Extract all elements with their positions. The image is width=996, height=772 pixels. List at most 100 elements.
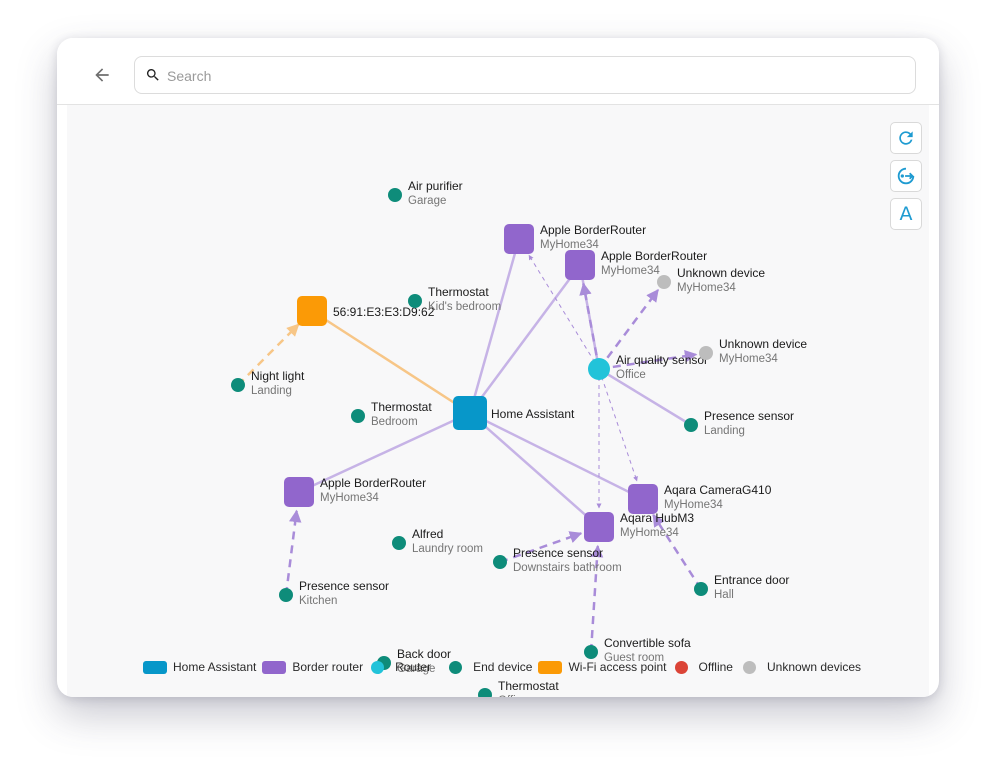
- node-shape-thermo2[interactable]: [351, 409, 365, 423]
- rotate-button[interactable]: [890, 160, 922, 192]
- node-pres2[interactable]: Presence sensor Downstairs bathroom: [493, 546, 622, 574]
- edge-ha-br1: [468, 238, 521, 414]
- node-night[interactable]: Night light Landing: [231, 369, 305, 397]
- arrow-left-icon: [95, 68, 109, 82]
- node-name: Presence sensor: [513, 546, 603, 560]
- node-location: Kitchen: [299, 595, 337, 607]
- node-shape-airp[interactable]: [388, 188, 402, 202]
- search-box[interactable]: [134, 56, 916, 94]
- toggle-labels-button[interactable]: A: [890, 198, 922, 230]
- node-unk2[interactable]: Unknown device MyHome34: [699, 337, 807, 365]
- legend-item: Unknown devices: [741, 660, 861, 674]
- node-location: Office: [616, 369, 646, 381]
- node-unk1[interactable]: Unknown device MyHome34: [657, 266, 765, 294]
- node-airp[interactable]: Air purifier Garage: [388, 179, 463, 207]
- node-shape-br2[interactable]: [565, 250, 595, 280]
- rotate-icon: [897, 167, 915, 185]
- node-name: Convertible sofa: [604, 636, 691, 650]
- node-name: Presence sensor: [704, 409, 794, 423]
- edge-pres3-br3: [284, 509, 302, 596]
- legend-label: Offline: [698, 660, 733, 674]
- node-shape-night[interactable]: [231, 378, 245, 392]
- node-shape-pres2[interactable]: [493, 555, 507, 569]
- node-pres1[interactable]: Presence sensor Landing: [684, 409, 794, 437]
- node-shape-br3[interactable]: [284, 477, 314, 507]
- top-bar: [57, 38, 939, 105]
- node-thermo3[interactable]: Thermostat Office: [478, 679, 559, 697]
- legend-label: Unknown devices: [766, 660, 862, 674]
- node-hub[interactable]: Aqara HubM3 MyHome34: [584, 511, 694, 542]
- node-name: Entrance door: [714, 573, 789, 587]
- node-shape-br1[interactable]: [504, 224, 534, 254]
- node-name: Apple BorderRouter: [540, 223, 646, 237]
- node-shape-sofa[interactable]: [584, 645, 598, 659]
- refresh-icon: [899, 131, 913, 145]
- back-button[interactable]: [87, 60, 117, 90]
- node-ha[interactable]: Home Assistant: [453, 396, 575, 430]
- legend-item: Router: [369, 660, 431, 674]
- node-shape-unk1[interactable]: [657, 275, 671, 289]
- legend-label: End device: [473, 660, 533, 674]
- node-name: Thermostat: [428, 285, 489, 299]
- node-name: Thermostat: [371, 400, 432, 414]
- node-thermo2[interactable]: Thermostat Bedroom: [351, 400, 432, 428]
- node-shape-pres1[interactable]: [684, 418, 698, 432]
- node-location: Landing: [704, 425, 745, 437]
- node-shape-alfred[interactable]: [392, 536, 406, 550]
- legend-swatch: [262, 660, 287, 674]
- node-name: Aqara HubM3: [620, 511, 694, 525]
- legend-item: Offline: [673, 660, 733, 674]
- node-location: MyHome34: [540, 239, 599, 251]
- legend-item: Wi-Fi access point: [538, 660, 667, 674]
- search-input[interactable]: [165, 65, 889, 87]
- node-location: Kid's bedroom: [428, 301, 501, 313]
- node-location: Landing: [251, 385, 292, 397]
- legend-item: End device: [447, 660, 532, 674]
- node-shape-wifi[interactable]: [297, 296, 327, 326]
- node-shape-thermo1[interactable]: [408, 294, 422, 308]
- legend-item: Home Assistant: [143, 660, 256, 674]
- legend-label: Router: [395, 660, 432, 674]
- node-pres3[interactable]: Presence sensor Kitchen: [279, 579, 389, 607]
- node-shape-pres3[interactable]: [279, 588, 293, 602]
- legend-swatch: [371, 660, 385, 674]
- node-shape-unk2[interactable]: [699, 346, 713, 360]
- node-shape-ha[interactable]: [453, 396, 487, 430]
- node-shape-cam[interactable]: [628, 484, 658, 514]
- edge-aqs-cam: [598, 368, 638, 482]
- node-location: MyHome34: [719, 353, 778, 365]
- legend-item: Border router: [262, 660, 363, 674]
- node-shape-hub[interactable]: [584, 512, 614, 542]
- node-location: MyHome34: [601, 265, 660, 277]
- legend-swatch: [449, 660, 463, 674]
- network-graph-canvas[interactable]: Home Assistant Apple BorderRouter MyHome34…: [67, 105, 929, 697]
- node-shape-aqs[interactable]: [588, 358, 610, 380]
- legend-swatch: [143, 660, 167, 674]
- refresh-button[interactable]: [890, 122, 922, 154]
- node-name: Unknown device: [677, 266, 765, 280]
- node-shape-thermo3[interactable]: [478, 688, 492, 697]
- node-location: MyHome34: [320, 492, 379, 504]
- legend-label: Wi-Fi access point: [568, 660, 667, 674]
- node-br3[interactable]: Apple BorderRouter MyHome34: [284, 476, 426, 507]
- search-icon: [146, 69, 159, 81]
- node-name: Aqara CameraG410: [664, 483, 772, 497]
- labels-letter: A: [899, 203, 913, 225]
- node-entr[interactable]: Entrance door Hall: [694, 573, 789, 601]
- network-visualization-window: Home Assistant Apple BorderRouter MyHome34…: [57, 38, 939, 697]
- legend-swatch: [674, 660, 688, 674]
- node-name: Thermostat: [498, 679, 559, 693]
- node-name: Air purifier: [408, 179, 463, 193]
- node-cam[interactable]: Aqara CameraG410 MyHome34: [628, 483, 772, 514]
- node-name: Home Assistant: [491, 407, 575, 421]
- network-graph[interactable]: Home Assistant Apple BorderRouter MyHome34…: [67, 105, 929, 697]
- node-alfred[interactable]: Alfred Laundry room: [392, 527, 483, 555]
- legend-swatch: [742, 660, 756, 674]
- node-aqs[interactable]: Air quality sensor Office: [588, 353, 708, 381]
- node-location: Downstairs bathroom: [513, 562, 622, 574]
- legend-label: Home Assistant: [173, 660, 257, 674]
- node-name: Night light: [251, 369, 305, 383]
- node-shape-entr[interactable]: [694, 582, 708, 596]
- legend-label: Border router: [292, 660, 364, 674]
- node-name: Apple BorderRouter: [320, 476, 426, 490]
